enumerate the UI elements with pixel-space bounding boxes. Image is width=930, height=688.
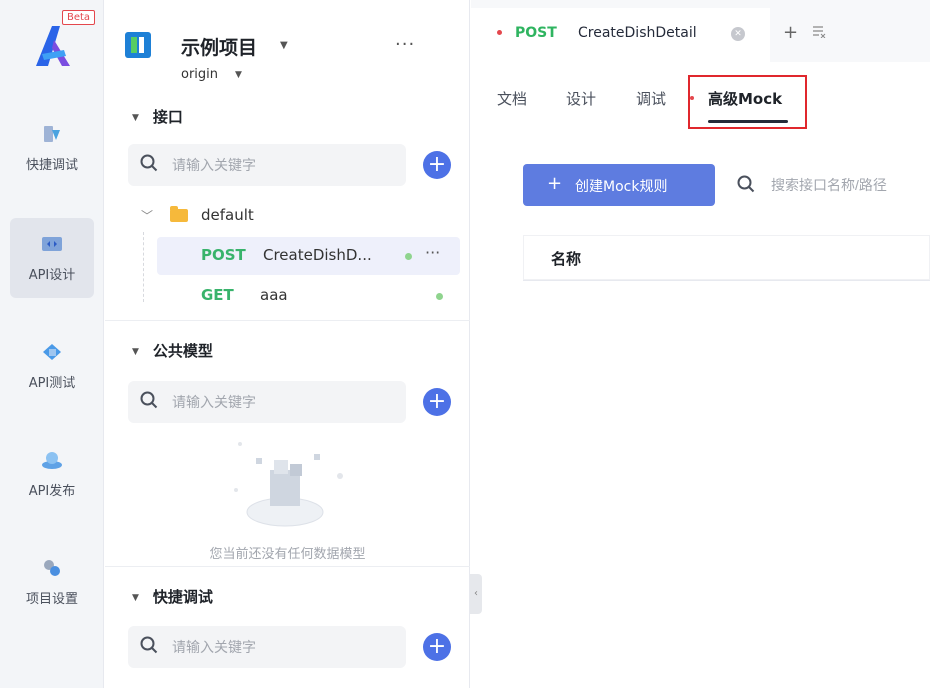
- api-name: aaa: [260, 286, 288, 304]
- create-mock-rule-label: 创建Mock规则: [575, 179, 668, 195]
- api-name: CreateDishD...: [263, 246, 372, 264]
- branch-selector[interactable]: origin: [181, 67, 218, 82]
- folder-icon: [170, 206, 188, 222]
- chevron-down-icon[interactable]: ﹀: [141, 207, 153, 224]
- close-all-tabs-icon[interactable]: [812, 26, 826, 38]
- section-divider: [105, 566, 470, 567]
- search-icon: [140, 636, 158, 654]
- interface-search[interactable]: [128, 144, 406, 186]
- section-title: 快捷调试: [152, 588, 213, 606]
- caret-down-icon[interactable]: ▼: [235, 70, 242, 80]
- add-quick-debug-button[interactable]: +: [423, 633, 451, 661]
- section-models[interactable]: ▼ 公共模型: [132, 340, 213, 361]
- project-settings-icon: [44, 560, 60, 576]
- project-logo-icon: [125, 32, 151, 58]
- add-tab-button[interactable]: +: [783, 22, 798, 43]
- rail-item-api-test[interactable]: API测试: [10, 326, 94, 406]
- method-label: GET: [201, 286, 234, 304]
- tab-title: CreateDishDetail: [578, 25, 697, 41]
- api-more-button[interactable]: ···: [425, 243, 440, 262]
- api-test-icon: [43, 344, 61, 360]
- api-item-aaa[interactable]: GET aaa: [157, 277, 460, 315]
- api-publish-icon: [42, 452, 62, 469]
- app-root: Beta 快捷调试 API设计 API测试 API发布 项目设置 示例项目 ▼ …: [0, 0, 930, 688]
- subtab-debug[interactable]: 调试: [636, 88, 666, 109]
- project-tree-panel: 示例项目 ▼ ··· origin ▼ ▼ 接口 + ﹀ default POST…: [105, 0, 470, 688]
- api-design-icon: [42, 237, 62, 251]
- add-interface-button[interactable]: +: [423, 151, 451, 179]
- unsaved-dot: [497, 30, 502, 35]
- section-title: 公共模型: [152, 342, 213, 360]
- create-mock-rule-button[interactable]: + 创建Mock规则: [523, 164, 715, 206]
- highlight-annotation-box: [688, 75, 807, 129]
- panel-collapse-handle[interactable]: ‹: [470, 574, 482, 614]
- section-divider: [105, 320, 470, 321]
- left-rail: Beta 快捷调试 API设计 API测试 API发布 项目设置: [0, 0, 104, 688]
- section-title: 接口: [152, 108, 183, 126]
- column-header-name: 名称: [551, 250, 582, 268]
- search-icon: [737, 175, 755, 193]
- tree-guide-line: [143, 232, 144, 302]
- collapse-triangle-icon[interactable]: ▼: [132, 347, 139, 357]
- subtab-design[interactable]: 设计: [566, 88, 596, 109]
- folder-name: default: [201, 206, 254, 224]
- empty-data-illustration: [234, 442, 343, 527]
- section-interface[interactable]: ▼ 接口: [132, 106, 183, 127]
- mock-search-input[interactable]: [771, 164, 930, 206]
- models-search[interactable]: [128, 381, 406, 423]
- project-name[interactable]: 示例项目: [181, 33, 257, 60]
- method-label: POST: [201, 246, 246, 264]
- tab-create-dish-detail[interactable]: POST CreateDishDetail ✕: [471, 8, 770, 62]
- status-dot: [436, 293, 443, 300]
- subtab-doc[interactable]: 文档: [497, 88, 527, 109]
- folder-default[interactable]: ﹀ default: [128, 201, 458, 231]
- close-tab-icon[interactable]: ✕: [731, 27, 745, 41]
- empty-models-text: 您当前还没有任何数据模型: [209, 547, 366, 562]
- quick-search-input[interactable]: [172, 626, 392, 668]
- quick-search[interactable]: [128, 626, 406, 668]
- rail-label: 快捷调试: [25, 158, 78, 173]
- project-more-button[interactable]: ···: [395, 34, 415, 55]
- tab-bar: POST CreateDishDetail ✕ +: [471, 0, 930, 62]
- section-quick-debug[interactable]: ▼ 快捷调试: [132, 586, 213, 607]
- api-item-create-dish[interactable]: POST CreateDishD... ···: [157, 237, 460, 275]
- plus-icon: +: [547, 173, 563, 194]
- beta-badge: Beta: [62, 10, 96, 25]
- rail-item-project-settings[interactable]: 项目设置: [10, 542, 94, 622]
- search-icon: [140, 154, 158, 172]
- rail-item-quick-debug[interactable]: 快捷调试: [10, 108, 94, 188]
- interface-search-input[interactable]: [172, 144, 392, 186]
- collapse-triangle-icon[interactable]: ▼: [132, 593, 139, 603]
- rail-label: API设计: [28, 268, 76, 283]
- caret-down-icon[interactable]: ▼: [280, 40, 288, 51]
- status-dot: [405, 253, 412, 260]
- rail-item-api-publish[interactable]: API发布: [10, 434, 94, 514]
- rail-label: API测试: [28, 376, 76, 391]
- collapse-triangle-icon[interactable]: ▼: [132, 113, 139, 123]
- rail-label: 项目设置: [25, 592, 78, 607]
- mock-search[interactable]: [735, 164, 930, 206]
- add-model-button[interactable]: +: [423, 388, 451, 416]
- rail-label: API发布: [28, 484, 76, 499]
- app-logo: [36, 26, 70, 66]
- tab-method: POST: [515, 25, 557, 41]
- quick-debug-icon: [44, 126, 60, 142]
- search-icon: [140, 391, 158, 409]
- models-search-input[interactable]: [172, 381, 392, 423]
- mock-table-header: 名称: [523, 235, 930, 281]
- rail-item-api-design[interactable]: API设计: [10, 218, 94, 298]
